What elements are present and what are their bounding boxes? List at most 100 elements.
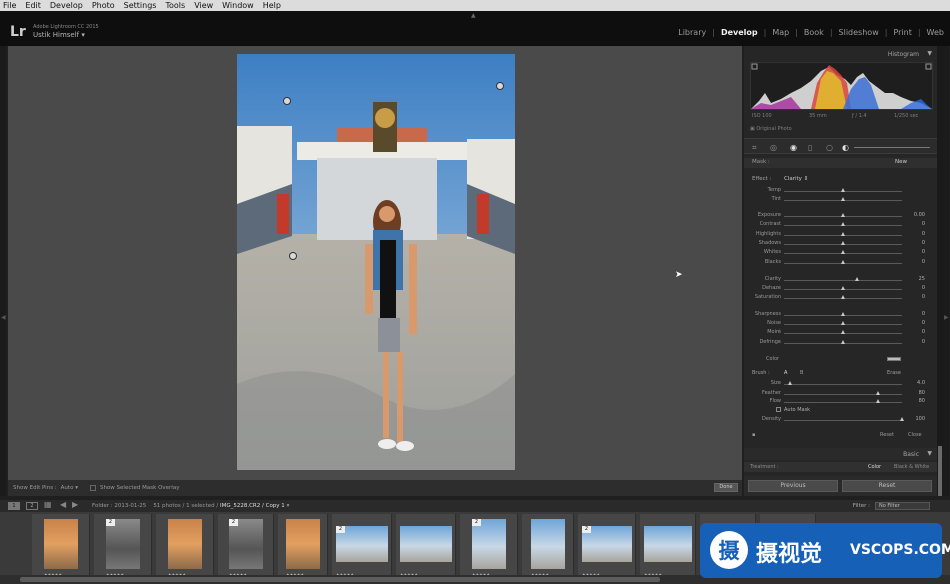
brush-a-button[interactable]: A — [784, 370, 787, 376]
filmstrip-thumbnail[interactable]: 2★★★★★ — [460, 514, 518, 580]
treatment-color-button[interactable]: Color — [868, 464, 881, 470]
original-photo-toggle[interactable]: ▣ Original Photo — [750, 126, 792, 132]
brush-size-slider-track[interactable] — [784, 384, 902, 385]
noise-slider-value[interactable]: 0 — [922, 320, 925, 326]
brush-feather-slider-knob[interactable] — [876, 391, 881, 395]
module-web[interactable]: Web — [927, 28, 944, 37]
clarity-slider-knob[interactable] — [855, 277, 860, 281]
collapse-right-panel-icon[interactable]: ▶ — [944, 314, 949, 321]
filmstrip-thumbnail[interactable]: 2★★★★★ — [94, 514, 152, 580]
contrast-slider-value[interactable]: 0 — [922, 221, 925, 227]
photo-canvas[interactable]: ➤ — [8, 46, 742, 480]
identity-plate-user[interactable]: Ustik Himself ▾ — [33, 31, 85, 39]
density-slider-value[interactable]: 100 — [915, 416, 925, 422]
menu-help[interactable]: Help — [263, 0, 281, 11]
show-edit-pins-select[interactable]: Auto ▾ — [61, 485, 78, 491]
show-overlay-checkbox[interactable] — [89, 485, 96, 491]
module-map[interactable]: Map — [772, 28, 789, 37]
auto-mask-checkbox[interactable]: Auto Mask — [776, 406, 810, 413]
adjustment-pin[interactable] — [289, 252, 297, 260]
contrast-slider-knob[interactable] — [841, 222, 845, 226]
brush-flow-slider-track[interactable] — [784, 402, 902, 403]
right-panel-scrollbar[interactable] — [937, 46, 943, 496]
scrollbar-thumb[interactable] — [20, 577, 660, 582]
brush-flow-slider-knob[interactable] — [876, 399, 881, 403]
noise-slider-knob[interactable] — [841, 321, 845, 325]
exposure-slider-knob[interactable] — [841, 213, 845, 217]
scrollbar-thumb[interactable] — [938, 446, 942, 496]
temp-slider-knob[interactable] — [841, 188, 845, 192]
module-slideshow[interactable]: Slideshow — [839, 28, 879, 37]
menu-develop[interactable]: Develop — [50, 0, 83, 11]
menu-window[interactable]: Window — [222, 0, 254, 11]
blacks-slider-knob[interactable] — [841, 260, 845, 264]
effect-preset-select[interactable]: Clarity ⇕ — [784, 176, 808, 182]
menu-file[interactable]: File — [3, 0, 16, 11]
saturation-slider-value[interactable]: 0 — [922, 294, 925, 300]
brush-size-slider-value[interactable]: 4.0 — [917, 380, 925, 386]
saturation-slider-knob[interactable] — [841, 295, 845, 299]
tool-amount-slider[interactable] — [854, 147, 930, 148]
brush-flow-slider-value[interactable]: 80 — [919, 398, 925, 404]
view-2-button[interactable]: 2 — [26, 502, 38, 510]
module-library[interactable]: Library — [678, 28, 706, 37]
density-slider-knob[interactable] — [900, 417, 904, 421]
collapse-top-panel-icon[interactable]: ▲ — [471, 12, 476, 19]
left-panel-edge[interactable]: ◀ — [0, 46, 6, 496]
moir-slider-value[interactable]: 0 — [922, 329, 925, 335]
filmstrip-thumbnail[interactable]: ★★★★★ — [522, 514, 574, 580]
filmstrip-thumbnail[interactable]: ★★★★★ — [32, 514, 90, 580]
collapse-histogram-icon[interactable]: ▼ — [927, 50, 932, 57]
menu-view[interactable]: View — [194, 0, 213, 11]
clarity-slider-track[interactable] — [784, 280, 902, 281]
back-arrow-icon[interactable]: ◀ — [60, 500, 66, 509]
done-button[interactable]: Done — [714, 483, 738, 492]
shadows-slider-value[interactable]: 0 — [922, 240, 925, 246]
red-eye-icon[interactable]: ◉ — [790, 143, 797, 152]
filmstrip-thumbnail[interactable]: ★★★★★ — [640, 514, 696, 580]
module-print[interactable]: Print — [893, 28, 911, 37]
whites-slider-knob[interactable] — [841, 250, 845, 254]
adjustment-pin[interactable] — [496, 82, 504, 90]
filmstrip-thumbnail[interactable]: 2★★★★★ — [578, 514, 636, 580]
filmstrip-thumbnail[interactable]: 2★★★★★ — [332, 514, 392, 580]
filmstrip-thumbnail[interactable]: 2★★★★★ — [218, 514, 274, 580]
density-slider-track[interactable] — [784, 420, 902, 421]
filmstrip-thumbnail[interactable]: ★★★★★ — [396, 514, 456, 580]
grid-view-icon[interactable]: ▦ — [44, 500, 52, 509]
defringe-slider-knob[interactable] — [841, 340, 845, 344]
radial-filter-icon[interactable]: ○ — [826, 143, 833, 152]
view-1-button[interactable]: 1 — [8, 502, 20, 510]
main-photo[interactable] — [237, 54, 515, 470]
expand-left-panel-icon[interactable]: ◀ — [1, 314, 6, 321]
filmstrip-thumbnail[interactable]: ★★★★★ — [278, 514, 328, 580]
histogram[interactable] — [750, 62, 933, 110]
module-book[interactable]: Book — [804, 28, 824, 37]
panel-close-button[interactable]: Close — [908, 432, 922, 438]
mask-new-button[interactable]: New — [895, 159, 907, 165]
brush-feather-slider-track[interactable] — [784, 394, 902, 395]
highlights-slider-value[interactable]: 0 — [922, 231, 925, 237]
panel-reset-button[interactable]: Reset — [880, 432, 894, 438]
sharpness-slider-value[interactable]: 0 — [922, 311, 925, 317]
brush-b-button[interactable]: B — [800, 370, 803, 376]
histogram-title[interactable]: Histogram — [888, 51, 919, 58]
forward-arrow-icon[interactable]: ▶ — [72, 500, 78, 509]
basic-panel-header[interactable]: Basic ▼ — [744, 448, 937, 460]
menu-settings[interactable]: Settings — [124, 0, 157, 11]
menu-edit[interactable]: Edit — [25, 0, 41, 11]
expand-basic-icon[interactable]: ▼ — [927, 450, 932, 457]
right-panel-edge[interactable]: ▶ — [943, 46, 949, 496]
color-swatch[interactable] — [887, 357, 901, 361]
adjustment-pin[interactable] — [283, 97, 291, 105]
brush-erase-button[interactable]: Erase — [887, 370, 901, 376]
menu-tools[interactable]: Tools — [165, 0, 185, 11]
filmstrip-breadcrumb[interactable]: Folder : 2013-01-25 51 photos / 1 select… — [92, 503, 289, 509]
sharpness-slider-knob[interactable] — [841, 312, 845, 316]
module-develop[interactable]: Develop — [721, 28, 758, 37]
highlights-slider-knob[interactable] — [841, 232, 845, 236]
graduated-filter-icon[interactable]: ▯ — [808, 143, 812, 152]
menu-photo[interactable]: Photo — [92, 0, 115, 11]
whites-slider-value[interactable]: 0 — [922, 249, 925, 255]
filter-select[interactable]: No Filter — [875, 502, 930, 510]
